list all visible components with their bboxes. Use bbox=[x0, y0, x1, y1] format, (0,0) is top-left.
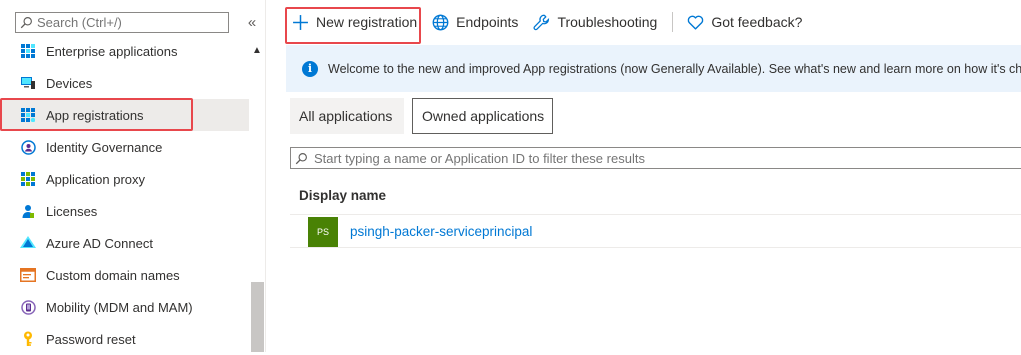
feedback-label: Got feedback? bbox=[711, 14, 803, 30]
table-header-divider bbox=[290, 214, 1021, 215]
mobility-icon bbox=[20, 299, 36, 315]
collapse-sidebar-button[interactable]: « bbox=[244, 12, 260, 34]
search-icon bbox=[295, 152, 307, 164]
sidebar-nav-list: Enterprise applications Devices App regi… bbox=[0, 35, 249, 355]
endpoints-button[interactable]: Endpoints bbox=[432, 8, 518, 36]
tab-all-applications[interactable]: All applications bbox=[290, 98, 404, 134]
sidebar-item-label: Devices bbox=[46, 75, 93, 91]
info-banner[interactable]: i Welcome to the new and improved App re… bbox=[286, 45, 1021, 92]
sidebar: « Enterprise applications Devices bbox=[0, 0, 266, 352]
sidebar-item-licenses[interactable]: Licenses bbox=[0, 195, 249, 227]
sidebar-item-devices[interactable]: Devices bbox=[0, 67, 249, 99]
table-row[interactable]: PS psingh-packer-serviceprincipal bbox=[290, 216, 1021, 247]
sidebar-item-label: Custom domain names bbox=[46, 267, 180, 283]
custom-domain-icon bbox=[20, 267, 36, 283]
search-icon bbox=[20, 17, 32, 29]
plus-icon bbox=[293, 14, 308, 30]
password-reset-icon bbox=[20, 331, 36, 347]
table-row-divider bbox=[290, 247, 1021, 248]
app-registrations-icon bbox=[20, 107, 36, 123]
feedback-button[interactable]: Got feedback? bbox=[687, 8, 802, 36]
sidebar-item-enterprise-applications[interactable]: Enterprise applications bbox=[0, 35, 249, 67]
sidebar-item-password-reset[interactable]: Password reset bbox=[0, 323, 249, 355]
tab-owned-applications[interactable]: Owned applications bbox=[412, 98, 553, 134]
licenses-icon bbox=[20, 203, 36, 219]
heart-icon bbox=[688, 15, 704, 30]
filter-box[interactable] bbox=[290, 147, 1021, 169]
sidebar-item-label: Password reset bbox=[46, 331, 136, 347]
info-banner-text: Welcome to the new and improved App regi… bbox=[328, 61, 1021, 76]
sidebar-divider bbox=[265, 0, 266, 352]
sidebar-search-input[interactable] bbox=[37, 15, 217, 30]
sidebar-item-label: Mobility (MDM and MAM) bbox=[46, 299, 193, 315]
sidebar-item-label: Application proxy bbox=[46, 171, 145, 187]
sidebar-scrollbar-thumb[interactable] bbox=[251, 282, 264, 352]
globe-icon bbox=[432, 14, 449, 30]
sidebar-item-azure-ad-connect[interactable]: Azure AD Connect bbox=[0, 227, 249, 259]
new-registration-label: New registration bbox=[316, 14, 418, 30]
app-name-link[interactable]: psingh-packer-serviceprincipal bbox=[350, 224, 532, 239]
sidebar-scroll-up-button[interactable]: ▲ bbox=[250, 44, 264, 58]
sidebar-item-label: Licenses bbox=[46, 203, 98, 219]
sidebar-search[interactable] bbox=[15, 12, 229, 33]
toolbar-separator bbox=[672, 12, 674, 32]
sidebar-item-identity-governance[interactable]: Identity Governance bbox=[0, 131, 249, 163]
troubleshooting-label: Troubleshooting bbox=[557, 14, 658, 30]
sidebar-item-mobility[interactable]: Mobility (MDM and MAM) bbox=[0, 291, 249, 323]
sidebar-item-label: Enterprise applications bbox=[46, 43, 178, 59]
sidebar-item-custom-domain-names[interactable]: Custom domain names bbox=[0, 259, 249, 291]
command-bar: New registration Endpoints Troubleshooti… bbox=[266, 0, 1021, 44]
app-avatar: PS bbox=[308, 216, 338, 247]
info-icon: i bbox=[302, 60, 318, 77]
sidebar-item-label: Azure AD Connect bbox=[46, 235, 153, 251]
azure-ad-connect-icon bbox=[20, 235, 36, 251]
filter-input[interactable] bbox=[314, 150, 914, 166]
app-tabs: All applications Owned applications bbox=[290, 98, 553, 134]
identity-governance-icon bbox=[20, 139, 36, 155]
devices-icon bbox=[20, 75, 36, 91]
new-registration-button[interactable]: New registration bbox=[292, 8, 417, 36]
wrench-icon bbox=[533, 14, 550, 30]
troubleshooting-button[interactable]: Troubleshooting bbox=[533, 8, 657, 36]
enterprise-apps-icon bbox=[20, 43, 36, 59]
sidebar-item-label: App registrations bbox=[46, 107, 144, 123]
sidebar-item-label: Identity Governance bbox=[46, 139, 163, 155]
sidebar-item-application-proxy[interactable]: Application proxy bbox=[0, 163, 249, 195]
application-proxy-icon bbox=[20, 171, 36, 187]
sidebar-item-app-registrations[interactable]: App registrations bbox=[0, 99, 249, 131]
endpoints-label: Endpoints bbox=[456, 14, 519, 30]
column-header-display-name[interactable]: Display name bbox=[299, 188, 386, 203]
